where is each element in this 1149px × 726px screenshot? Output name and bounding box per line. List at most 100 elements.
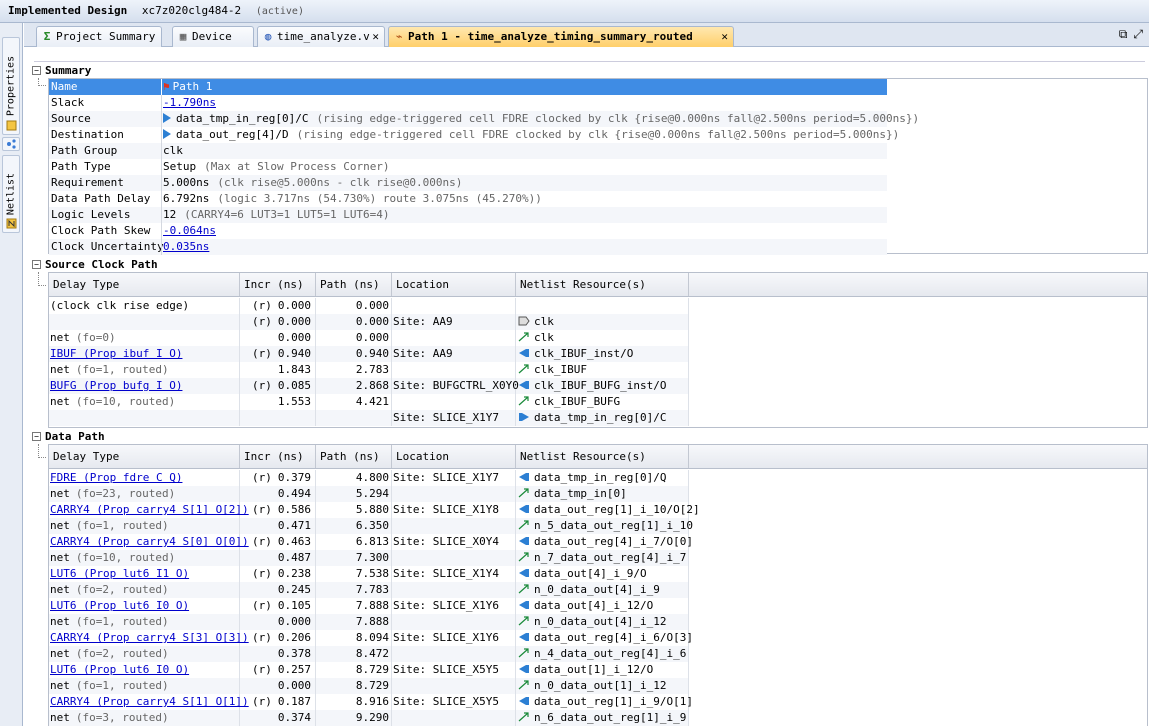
- table-row[interactable]: net (fo=10, routed) 1.553 4.421 clk_IBUF_BUF…: [49, 394, 689, 410]
- collapse-icon[interactable]: −: [32, 66, 41, 75]
- table-row[interactable]: net (fo=2, routed) 0.378 8.472 n_4_data_out_…: [49, 646, 689, 662]
- source-clock-section-header[interactable]: − Source Clock Path: [32, 258, 158, 272]
- summary-row[interactable]: Slack -1.790ns: [49, 95, 887, 111]
- summary-row[interactable]: Path Type Setup (Max at Slow Process Corne…: [49, 159, 887, 175]
- netlist-resource[interactable]: clk_IBUF_BUFG: [534, 395, 620, 408]
- delay-type-link[interactable]: CARRY4 (Prop carry4 S[0] O[0]): [50, 535, 249, 548]
- netlist-resource[interactable]: data_tmp_in[0]: [534, 487, 627, 500]
- table-row[interactable]: net (fo=1, routed) 1.843 2.783 clk_IBUF: [49, 362, 689, 378]
- delay-type-link[interactable]: LUT6 (Prop lut6 I0 O): [50, 663, 189, 676]
- netlist-resource[interactable]: data_out[4]_i_9/O: [534, 567, 647, 580]
- column-header[interactable]: Netlist Resource(s): [516, 445, 689, 468]
- table-row[interactable]: (clock clk rise edge) (r) 0.000 0.000: [49, 298, 689, 314]
- netlist-resource[interactable]: n_6_data_out_reg[1]_i_9: [534, 711, 686, 724]
- column-header[interactable]: Delay Type: [49, 273, 240, 296]
- table-row[interactable]: CARRY4 (Prop carry4 S[0] O[0]) (r) 0.463 6.…: [49, 534, 693, 550]
- delay-type-link[interactable]: LUT6 (Prop lut6 I0 O): [50, 599, 189, 612]
- netlist-resource[interactable]: n_0_data_out[1]_i_12: [534, 679, 666, 692]
- summary-value[interactable]: -1.790ns: [163, 96, 216, 109]
- delay-type-link[interactable]: CARRY4 (Prop carry4 S[3] O[3]): [50, 631, 249, 644]
- netlist-resource[interactable]: data_out[1]_i_12/O: [534, 663, 653, 676]
- summary-row[interactable]: Clock Uncertainty 0.035ns: [49, 239, 887, 255]
- netlist-resource[interactable]: clk_IBUF: [534, 363, 587, 376]
- summary-row[interactable]: Destination data_out_reg[4]/D (rising edge…: [49, 127, 899, 143]
- tab-time-analyze-v[interactable]: ◍ time_analyze.v ✕: [257, 26, 385, 47]
- table-row[interactable]: net (fo=1, routed) 0.000 8.729 n_0_data_out[…: [49, 678, 689, 694]
- summary-row[interactable]: Requirement 5.000ns (clk rise@5.000ns - cl…: [49, 175, 887, 191]
- restore-icon[interactable]: ⧉: [1119, 27, 1128, 41]
- netlist-resource[interactable]: data_out_reg[1]_i_9/O[1]: [534, 695, 693, 708]
- path-report-view[interactable]: − Summary Name ⚑ Path 1 Slack -1.790ns Source d…: [24, 48, 1149, 726]
- side-tab-hierarchy[interactable]: [2, 137, 20, 151]
- netlist-resource[interactable]: clk: [534, 315, 554, 328]
- table-row[interactable]: (r) 0.000 0.000 Site: AA9 clk: [49, 314, 689, 330]
- summary-row[interactable]: Logic Levels 12 (CARRY4=6 LUT3=1 LUT5=1 LU…: [49, 207, 887, 223]
- column-header[interactable]: Location: [392, 273, 516, 296]
- delay-type-link[interactable]: FDRE (Prop fdre C Q): [50, 471, 182, 484]
- tab-path-1[interactable]: ⌁ Path 1 - time_analyze_timing_summary_ro…: [388, 26, 734, 47]
- delay-type-link[interactable]: CARRY4 (Prop carry4 S[1] O[2]): [50, 503, 249, 516]
- maximize-icon[interactable]: ⤢: [1133, 27, 1143, 41]
- table-row[interactable]: LUT6 (Prop lut6 I0 O) (r) 0.257 8.729 Site: …: [49, 662, 689, 678]
- column-header[interactable]: Location: [392, 445, 516, 468]
- summary-value[interactable]: -0.064ns: [163, 224, 216, 237]
- summary-row[interactable]: Source data_tmp_in_reg[0]/C (rising edge-t…: [49, 111, 919, 127]
- table-row[interactable]: LUT6 (Prop lut6 I0 O) (r) 0.105 7.888 Site: …: [49, 598, 689, 614]
- netlist-resource[interactable]: n_4_data_out_reg[4]_i_6: [534, 647, 686, 660]
- table-row[interactable]: IBUF (Prop ibuf I O) (r) 0.940 0.940 Site: A…: [49, 346, 689, 362]
- netlist-resource[interactable]: n_7_data_out_reg[4]_i_7: [534, 551, 686, 564]
- netlist-resource[interactable]: clk: [534, 331, 554, 344]
- netlist-resource[interactable]: n_0_data_out[4]_i_9: [534, 583, 660, 596]
- delay-type-link[interactable]: LUT6 (Prop lut6 I1 O): [50, 567, 189, 580]
- netlist-resource[interactable]: data_tmp_in_reg[0]/Q: [534, 471, 666, 484]
- delay-type-link[interactable]: BUFG (Prop bufg I O): [50, 379, 182, 392]
- netlist-resource[interactable]: data_out_reg[1]_i_10/O[2]: [534, 503, 700, 516]
- summary-row[interactable]: Path Group clk: [49, 143, 887, 159]
- netlist-resource[interactable]: clk_IBUF_inst/O: [534, 347, 633, 360]
- table-row[interactable]: net (fo=0) 0.000 0.000 clk: [49, 330, 689, 346]
- table-row[interactable]: LUT6 (Prop lut6 I1 O) (r) 0.238 7.538 Site: …: [49, 566, 689, 582]
- table-row[interactable]: net (fo=10, routed) 0.487 7.300 n_7_data_out…: [49, 550, 689, 566]
- netlist-resource[interactable]: data_out_reg[4]_i_6/O[3]: [534, 631, 693, 644]
- path-value: 9.290: [316, 710, 392, 726]
- column-header[interactable]: Path (ns): [316, 445, 392, 468]
- summary-section-header[interactable]: − Summary: [32, 64, 91, 78]
- netlist-resource[interactable]: n_5_data_out_reg[1]_i_10: [534, 519, 693, 532]
- close-icon[interactable]: ✕: [372, 27, 379, 46]
- column-header[interactable]: Netlist Resource(s): [516, 273, 689, 296]
- summary-value[interactable]: 0.035ns: [163, 240, 209, 253]
- netlist-resource[interactable]: data_out_reg[4]_i_7/O[0]: [534, 535, 693, 548]
- side-tab-netlist[interactable]: Netlist: [2, 155, 20, 233]
- table-row[interactable]: Site: SLICE_X1Y7 data_tmp_in_reg[0]/C: [49, 410, 689, 426]
- data-path-section-header[interactable]: − Data Path: [32, 430, 105, 444]
- column-header[interactable]: Path (ns): [316, 273, 392, 296]
- table-row[interactable]: BUFG (Prop bufg I O) (r) 0.085 2.868 Site: B…: [49, 378, 689, 394]
- table-row[interactable]: CARRY4 (Prop carry4 S[3] O[3]) (r) 0.206 8.…: [49, 630, 693, 646]
- summary-row[interactable]: Clock Path Skew -0.064ns: [49, 223, 887, 239]
- side-tab-properties[interactable]: Properties: [2, 37, 20, 135]
- netlist-resource[interactable]: n_0_data_out[4]_i_12: [534, 615, 666, 628]
- delay-type-link[interactable]: IBUF (Prop ibuf I O): [50, 347, 182, 360]
- table-row[interactable]: net (fo=23, routed) 0.494 5.294 data_tmp_in[…: [49, 486, 689, 502]
- column-header[interactable]: Incr (ns): [240, 273, 316, 296]
- table-row[interactable]: net (fo=3, routed) 0.374 9.290 n_6_data_out_…: [49, 710, 689, 726]
- tab-device[interactable]: ▦ Device: [172, 26, 254, 47]
- netlist-resource[interactable]: clk_IBUF_BUFG_inst/O: [534, 379, 666, 392]
- summary-row[interactable]: Name ⚑ Path 1: [49, 79, 887, 95]
- collapse-icon[interactable]: −: [32, 260, 41, 269]
- delay-type-link[interactable]: CARRY4 (Prop carry4 S[1] O[1]): [50, 695, 249, 708]
- table-row[interactable]: net (fo=1, routed) 0.000 7.888 n_0_data_out[…: [49, 614, 689, 630]
- collapse-icon[interactable]: −: [32, 432, 41, 441]
- table-row[interactable]: net (fo=2, routed) 0.245 7.783 n_0_data_out[…: [49, 582, 689, 598]
- table-row[interactable]: net (fo=1, routed) 0.471 6.350 n_5_data_out_…: [49, 518, 693, 534]
- column-header[interactable]: Incr (ns): [240, 445, 316, 468]
- table-row[interactable]: CARRY4 (Prop carry4 S[1] O[2]) (r) 0.586 5.…: [49, 502, 700, 518]
- column-header[interactable]: Delay Type: [49, 445, 240, 468]
- netlist-resource[interactable]: data_out[4]_i_12/O: [534, 599, 653, 612]
- table-row[interactable]: FDRE (Prop fdre C Q) (r) 0.379 4.800 Site: S…: [49, 470, 689, 486]
- table-row[interactable]: CARRY4 (Prop carry4 S[1] O[1]) (r) 0.187 8.…: [49, 694, 693, 710]
- summary-row[interactable]: Data Path Delay 6.792ns (logic 3.717ns (54…: [49, 191, 887, 207]
- close-icon[interactable]: ✕: [721, 27, 728, 46]
- tab-project-summary[interactable]: Σ Project Summary: [36, 26, 162, 47]
- netlist-resource[interactable]: data_tmp_in_reg[0]/C: [534, 411, 666, 424]
